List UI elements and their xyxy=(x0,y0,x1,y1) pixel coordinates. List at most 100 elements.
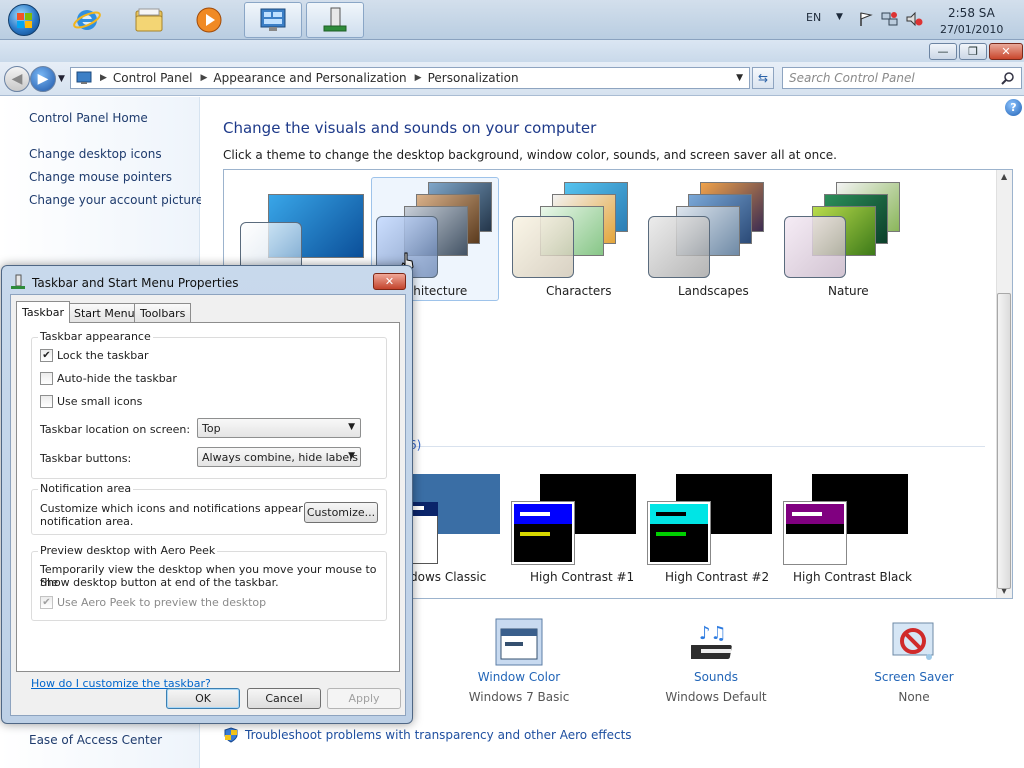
explorer-button[interactable] xyxy=(122,2,176,38)
dropdown-arrow-icon: ▼ xyxy=(348,422,355,432)
tab-toolbars[interactable]: Toolbars xyxy=(134,303,192,322)
theme-high-contrast-1[interactable] xyxy=(511,474,638,566)
apply-button[interactable]: Apply xyxy=(327,688,401,709)
theme-label: High Contrast Black xyxy=(793,570,912,584)
breadcrumb-separator-icon: ▶ xyxy=(100,73,107,83)
autohide-label: Auto-hide the taskbar xyxy=(57,372,177,385)
sounds-title[interactable]: Sounds xyxy=(656,670,776,684)
theme-landscapes[interactable]: Landscapes xyxy=(644,178,772,302)
close-button[interactable]: ✕ xyxy=(989,43,1023,60)
theme-label: Characters xyxy=(546,284,612,298)
theme-label: Nature xyxy=(828,284,869,298)
language-indicator[interactable]: EN xyxy=(806,11,821,24)
screen-saver-icon xyxy=(892,622,934,660)
theme-nature[interactable]: Nature xyxy=(780,178,908,302)
media-player-button[interactable] xyxy=(182,2,236,38)
taskbar-appearance-group: Taskbar appearance ✔ Lock the taskbar Au… xyxy=(31,330,387,479)
start-button[interactable] xyxy=(4,2,44,38)
tray-expand-icon[interactable]: ▼ xyxy=(836,12,843,22)
notification-text-line1: Customize which icons and notifications … xyxy=(40,502,338,515)
theme-characters[interactable]: Characters xyxy=(508,178,636,302)
troubleshoot-link[interactable]: Troubleshoot problems with transparency … xyxy=(223,727,632,743)
aero-peek-checkbox[interactable]: ✔ Use Aero Peek to preview the desktop xyxy=(40,596,266,609)
theme-high-contrast-black[interactable] xyxy=(783,474,910,566)
internet-explorer-button[interactable] xyxy=(60,2,114,38)
troubleshoot-text: Troubleshoot problems with transparency … xyxy=(245,728,632,742)
taskbar-buttons-select[interactable]: Always combine, hide labels ▼ xyxy=(197,447,361,467)
search-placeholder: Search Control Panel xyxy=(789,71,915,85)
section-divider xyxy=(405,446,985,447)
cancel-button[interactable]: Cancel xyxy=(247,688,321,709)
clock-time[interactable]: 2:58 SA xyxy=(948,6,995,20)
aero-peek-label: Use Aero Peek to preview the desktop xyxy=(57,596,267,609)
theme-high-contrast-2[interactable] xyxy=(647,474,774,566)
page-subtitle: Click a theme to change the desktop back… xyxy=(223,148,837,162)
lock-taskbar-checkbox[interactable]: ✔ Lock the taskbar xyxy=(40,349,149,362)
screen-saver-title[interactable]: Screen Saver xyxy=(854,670,974,684)
taskbar-location-select[interactable]: Top ▼ xyxy=(197,418,361,438)
checkbox-unchecked-icon xyxy=(40,372,53,385)
scroll-up-icon[interactable]: ▲ xyxy=(1001,172,1007,181)
sounds-icon: ♪♫ xyxy=(687,623,732,659)
address-bar[interactable]: ▶ Control Panel ▶ Appearance and Persona… xyxy=(70,67,750,89)
buttons-label: Taskbar buttons: xyxy=(40,452,132,465)
breadcrumb-personalization[interactable]: Personalization xyxy=(428,71,519,85)
screen-saver-item[interactable]: Screen Saver None xyxy=(854,617,974,704)
recent-pages-dropdown-icon[interactable]: ▼ xyxy=(58,74,65,84)
checkbox-checked-icon: ✔ xyxy=(40,349,53,362)
theme-label: dows Classic xyxy=(410,570,487,584)
customize-button[interactable]: Customize... xyxy=(304,502,378,523)
volume-muted-icon[interactable] xyxy=(905,11,923,27)
control-panel-button[interactable] xyxy=(244,2,302,38)
autohide-checkbox[interactable]: Auto-hide the taskbar xyxy=(40,372,177,385)
aero-peek-group: Preview desktop with Aero Peek Temporari… xyxy=(31,544,387,621)
notification-area-group: Notification area Customize which icons … xyxy=(31,482,387,535)
taskbar-properties-button[interactable] xyxy=(306,2,364,38)
screen-saver-value: None xyxy=(898,690,930,704)
dropdown-arrow-icon: ▼ xyxy=(348,451,355,461)
ok-button[interactable]: OK xyxy=(166,688,240,709)
refresh-button[interactable]: ⇆ xyxy=(752,67,774,89)
sounds-item[interactable]: ♪♫ Sounds Windows Default xyxy=(656,617,776,704)
windows-logo-icon xyxy=(8,4,40,36)
change-account-picture-link[interactable]: Change your account picture xyxy=(29,193,203,207)
small-icons-checkbox[interactable]: Use small icons xyxy=(40,395,142,408)
window-color-item[interactable]: Window Color Windows 7 Basic xyxy=(459,617,579,704)
dialog-close-button[interactable]: ✕ xyxy=(373,273,406,290)
breadcrumb-control-panel[interactable]: Control Panel xyxy=(113,71,193,85)
control-panel-icon xyxy=(260,8,286,31)
help-button[interactable]: ? xyxy=(1005,99,1022,116)
restore-button[interactable]: ❐ xyxy=(959,43,987,60)
change-desktop-icons-link[interactable]: Change desktop icons xyxy=(29,147,162,161)
back-button[interactable]: ◀ xyxy=(4,66,30,92)
forward-arrow-icon: ▶ xyxy=(37,71,49,87)
scroll-thumb[interactable] xyxy=(997,293,1011,589)
action-center-flag-icon[interactable] xyxy=(858,11,874,27)
taskbar-properties-icon xyxy=(11,274,25,289)
peek-text-line2: Show desktop button at end of the taskba… xyxy=(40,576,279,589)
window-caption xyxy=(0,40,1024,62)
minimize-button[interactable]: — xyxy=(929,43,957,60)
internet-explorer-icon xyxy=(73,10,101,30)
control-panel-small-icon xyxy=(76,71,92,84)
location-value: Top xyxy=(202,421,221,435)
taskbar-properties-icon xyxy=(323,7,347,32)
breadcrumb-appearance[interactable]: Appearance and Personalization xyxy=(213,71,406,85)
back-arrow-icon: ◀ xyxy=(11,71,23,87)
buttons-value: Always combine, hide labels xyxy=(202,450,358,464)
address-dropdown-icon[interactable]: ▼ xyxy=(736,73,743,83)
dialog-body: Taskbar Start Menu Toolbars Taskbar appe… xyxy=(10,294,406,716)
theme-windows-classic[interactable] xyxy=(398,474,504,564)
forward-button[interactable]: ▶ xyxy=(30,66,56,92)
control-panel-home-link[interactable]: Control Panel Home xyxy=(29,111,148,125)
network-icon[interactable] xyxy=(881,11,899,27)
tab-start-menu[interactable]: Start Menu xyxy=(68,303,141,322)
tab-taskbar[interactable]: Taskbar xyxy=(16,301,70,323)
window-color-title[interactable]: Window Color xyxy=(459,670,579,684)
media-player-icon xyxy=(196,7,222,33)
folder-icon xyxy=(135,8,163,32)
ease-of-access-link[interactable]: Ease of Access Center xyxy=(29,733,162,747)
search-input[interactable]: Search Control Panel xyxy=(782,67,1022,89)
clock-date[interactable]: 27/01/2010 xyxy=(940,23,1003,36)
change-mouse-pointers-link[interactable]: Change mouse pointers xyxy=(29,170,172,184)
